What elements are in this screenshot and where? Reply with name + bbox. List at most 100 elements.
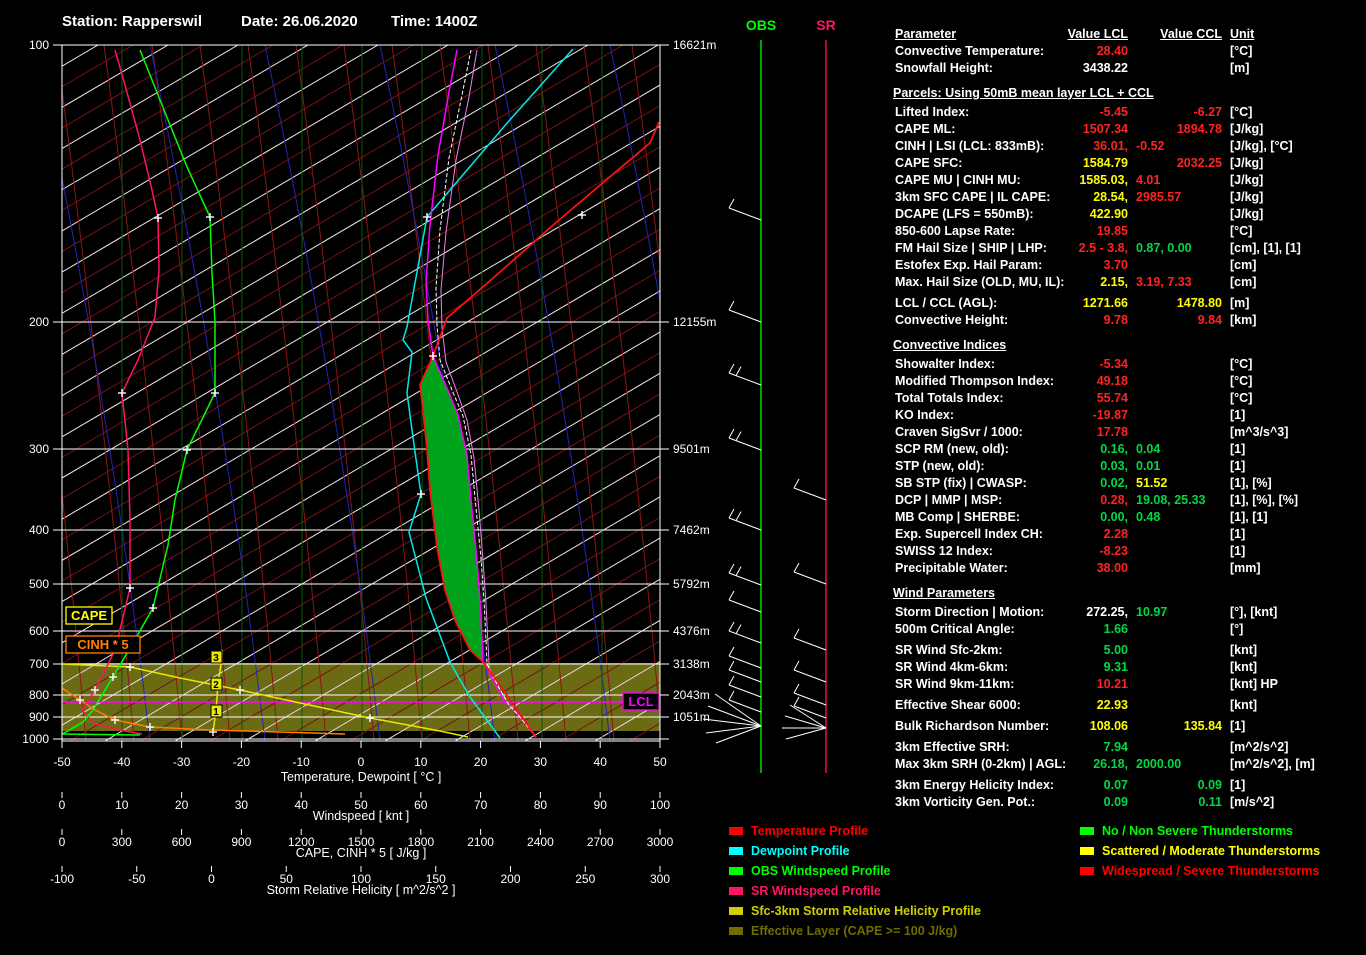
- axis-tick-label: 300: [650, 872, 670, 886]
- axis-tick-label: 0: [208, 872, 215, 886]
- param-unit: [cm], [1], [1]: [1230, 241, 1301, 255]
- param-unit: [1]: [1230, 778, 1246, 792]
- param-value-lcl: 55.74: [1096, 391, 1128, 405]
- param-row: CAPE MU | CINH MU: 1585.03, 4.01 [J/kg]: [893, 173, 1363, 190]
- axis-tick-label: 10: [115, 798, 129, 812]
- param-row: CAPE ML: 1507.34 1894.78 [J/kg]: [893, 122, 1363, 139]
- axis-title: Storm Relative Helicity [ m^2/s^2 ]: [267, 883, 456, 897]
- param-value-extra: 0.48: [1136, 510, 1161, 524]
- legend-swatch: [1080, 847, 1094, 855]
- param-value-ccl: 1894.78: [1176, 122, 1222, 136]
- legend-label: Dewpoint Profile: [751, 844, 850, 858]
- param-row: Precipitable Water: 38.00 [mm]: [893, 561, 1363, 578]
- srh-height-marker: 3: [213, 653, 219, 664]
- legend-label: Scattered / Moderate Thunderstorms: [1102, 844, 1321, 858]
- param-value-lcl: 5.00: [1103, 643, 1128, 657]
- param-row: Effective Shear 6000: 22.93 [knt]: [893, 698, 1363, 715]
- param-value-lcl: 1.66: [1103, 622, 1128, 636]
- param-value-lcl: 0.09: [1103, 795, 1128, 809]
- altitude-label: 4376m: [673, 624, 710, 638]
- param-value-extra: 4.01: [1136, 173, 1161, 187]
- wind-barb: [728, 563, 762, 586]
- legend-swatch: [729, 827, 743, 835]
- param-value-extra: -0.52: [1136, 139, 1165, 153]
- param-value-extra: 19.08, 25.33: [1136, 493, 1206, 507]
- param-row: SR Wind 4km-6km: 9.31 [knt]: [893, 660, 1363, 677]
- axis-tick-label: -100: [50, 872, 74, 886]
- param-unit: [1], [%], [%]: [1230, 493, 1299, 507]
- param-value-lcl: 1585.03,: [1079, 173, 1128, 187]
- param-row: 850-600 Lapse Rate: 19.85 [°C]: [893, 224, 1363, 241]
- param-value-extra: 10.97: [1136, 605, 1168, 619]
- srh-height-marker: 2: [213, 680, 219, 691]
- param-row: SB STP (fix) | CWASP: 0.02, 51.52 [1], [%]: [893, 476, 1363, 493]
- axis-tick-label: 30: [235, 798, 249, 812]
- param-unit: [m]: [1230, 61, 1250, 75]
- param-value-ccl: 1478.80: [1176, 296, 1222, 310]
- param-value-ccl: 2032.25: [1176, 156, 1222, 170]
- axis-title: CAPE, CINH * 5 [ J/kg ]: [296, 846, 427, 860]
- param-value-ccl: 0.09: [1197, 778, 1222, 792]
- param-unit: [°C]: [1230, 391, 1253, 405]
- section-title: Wind Parameters: [893, 586, 996, 600]
- param-row: SWISS 12 Index: -8.23 [1]: [893, 544, 1363, 561]
- param-value-lcl: 19.85: [1096, 224, 1128, 238]
- axis-tick-label: 10: [414, 755, 428, 769]
- param-value-ccl: 135.84: [1183, 719, 1222, 733]
- param-value-lcl: 272.25,: [1086, 605, 1128, 619]
- pressure-tick-label: 800: [29, 688, 49, 702]
- axis-tick-label: 2100: [467, 835, 494, 849]
- param-value-lcl: 49.18: [1096, 374, 1128, 388]
- param-value-lcl: 10.21: [1096, 677, 1128, 691]
- param-unit: [knt] HP: [1230, 677, 1278, 691]
- param-row: 3km Vorticity Gen. Pot.: 0.09 0.11 [m/s^2]: [893, 795, 1363, 812]
- legend-label: Temperature Profile: [751, 824, 869, 838]
- axis-tick-label: 600: [172, 835, 192, 849]
- axis-tick-label: -50: [53, 755, 71, 769]
- cape-label: CAPE: [71, 608, 107, 623]
- axis-tick-label: 20: [175, 798, 189, 812]
- wind-barb: [793, 660, 827, 683]
- param-unit: [J/kg]: [1230, 156, 1264, 170]
- param-row: Estofex Exp. Hail Param: 3.70 [cm]: [893, 258, 1363, 275]
- param-unit: [°C]: [1230, 105, 1253, 119]
- param-row: CAPE SFC: 1584.79 2032.25 [J/kg]: [893, 156, 1363, 173]
- param-value-lcl: -8.23: [1099, 544, 1129, 558]
- param-value-lcl: 2.5 - 3.8,: [1078, 241, 1128, 255]
- sr-column-label: SR: [816, 17, 835, 33]
- param-value-lcl: 22.93: [1096, 698, 1128, 712]
- param-unit: [J/kg]: [1230, 190, 1264, 204]
- pressure-tick-label: 400: [29, 523, 49, 537]
- param-value-lcl: 0.28,: [1100, 493, 1128, 507]
- param-unit: [1], [1]: [1230, 510, 1268, 524]
- axis-tick-label: 60: [414, 798, 428, 812]
- legend-label: OBS Windspeed Profile: [751, 864, 891, 878]
- legend-swatch: [729, 927, 743, 935]
- axis-tick-label: -30: [173, 755, 191, 769]
- col-value-lcl: Value LCL: [1067, 27, 1128, 41]
- param-row: Craven SigSvr / 1000: 17.78 [m^3/s^3]: [893, 425, 1363, 442]
- param-unit: [cm]: [1230, 258, 1257, 272]
- chart-frame: [61, 44, 661, 742]
- axis-tick-label: 900: [231, 835, 251, 849]
- altitude-label: 3138m: [673, 657, 710, 671]
- altitude-label: 12155m: [673, 315, 716, 329]
- param-row: LCL / CCL (AGL): 1271.66 1478.80 [m]: [893, 296, 1363, 313]
- legend-swatch: [729, 887, 743, 895]
- axis-tick-label: -20: [233, 755, 251, 769]
- param-unit: [mm]: [1230, 561, 1261, 575]
- param-row: 500m Critical Angle: 1.66 [°]: [893, 622, 1363, 639]
- legend-swatch: [729, 907, 743, 915]
- param-unit: [1]: [1230, 544, 1246, 558]
- axis-title: Windspeed [ knt ]: [313, 809, 410, 823]
- param-value-lcl: 0.16,: [1100, 442, 1128, 456]
- altitude-label: 7462m: [673, 523, 710, 537]
- param-unit: [m/s^2]: [1230, 795, 1275, 809]
- table-header-row: Parameter Value LCL Value CCL Unit: [893, 27, 1363, 44]
- param-value-lcl: 7.94: [1103, 740, 1128, 754]
- param-row: STP (new, old): 0.03, 0.01 [1]: [893, 459, 1363, 476]
- pressure-tick-label: 600: [29, 624, 49, 638]
- table-body: Convective Temperature: 28.40 [°C] Snowfall…: [893, 44, 1363, 812]
- param-row: 3km Effective SRH: 7.94 [m^2/s^2]: [893, 740, 1363, 757]
- param-row: Showalter Index: -5.34 [°C]: [893, 357, 1363, 374]
